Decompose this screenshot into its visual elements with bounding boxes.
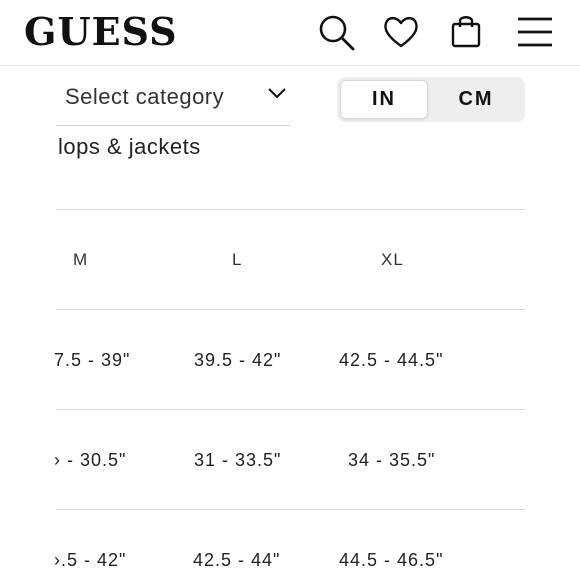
table-cell: ›.5 - 42"	[54, 550, 127, 570]
column-header-xl: XL	[381, 250, 404, 269]
table-cell: 42.5 - 44"	[193, 550, 281, 570]
heart-icon[interactable]	[381, 12, 421, 52]
table-cell: 31 - 33.5"	[194, 450, 282, 470]
table-divider	[56, 509, 525, 510]
bag-icon[interactable]	[446, 12, 486, 52]
search-icon[interactable]	[316, 12, 356, 52]
section-title: lops & jackets	[58, 134, 201, 159]
brand-logo[interactable]: GUESS	[24, 8, 178, 56]
table-cell: 44.5 - 46.5"	[339, 550, 444, 570]
table-divider	[56, 309, 525, 310]
menu-icon[interactable]	[515, 12, 555, 52]
table-cell: 42.5 - 44.5"	[339, 350, 444, 370]
column-header-m: M	[73, 250, 89, 269]
table-divider	[56, 409, 525, 410]
category-select[interactable]: Select category	[56, 76, 290, 126]
column-header-l: L	[232, 250, 243, 269]
chevron-down-icon	[266, 84, 288, 102]
site-header: GUESS	[0, 0, 580, 66]
table-cell: › - 30.5"	[54, 450, 127, 470]
table-divider	[56, 209, 525, 210]
unit-toggle: IN CM	[337, 77, 525, 122]
table-cell: 34 - 35.5"	[348, 450, 436, 470]
table-cell: 39.5 - 42"	[194, 350, 282, 370]
unit-cm-button[interactable]: CM	[432, 80, 520, 119]
unit-in-button[interactable]: IN	[340, 80, 428, 119]
table-cell: 7.5 - 39"	[54, 350, 131, 370]
category-select-label: Select category	[65, 84, 225, 109]
